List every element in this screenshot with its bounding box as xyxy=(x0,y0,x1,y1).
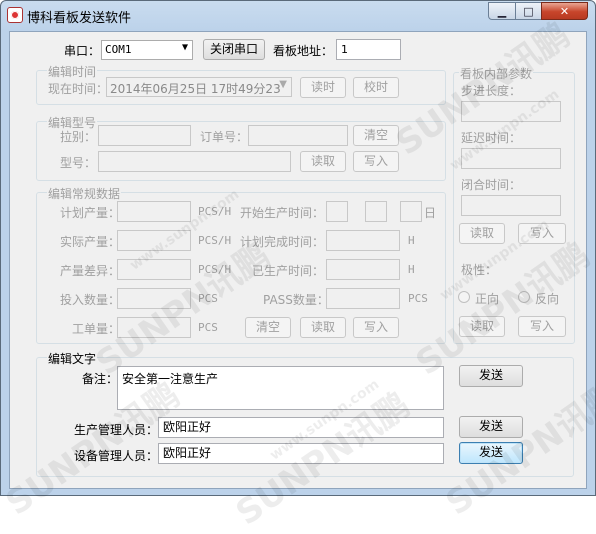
delay-time-input[interactable] xyxy=(461,148,561,169)
work-order-input[interactable] xyxy=(117,317,191,338)
model-input[interactable] xyxy=(98,151,291,172)
read-model-button[interactable]: 读取 xyxy=(300,151,346,172)
input-qty-label: 投入数量： xyxy=(60,293,121,307)
serial-port-select[interactable]: COM1 ▼ xyxy=(101,40,193,60)
edit-time-title: 编辑时间 xyxy=(47,63,98,80)
close-port-button[interactable]: 关闭串口 xyxy=(203,39,265,60)
chevron-down-icon: ▼ xyxy=(279,79,287,90)
step-length-label: 步进长度： xyxy=(461,84,522,98)
title-bar[interactable]: 博科看板发送软件 ▁ □ ✕ xyxy=(1,1,595,29)
close-time-input[interactable] xyxy=(461,195,561,216)
edit-data-title: 编辑常规数据 xyxy=(47,185,122,202)
client-area: 串口： COM1 ▼ 关闭串口 看板地址： 1 编辑时间 现在时间： 2014年… xyxy=(0,15,596,534)
pass-qty-unit: PCS xyxy=(408,292,428,305)
datetime-value: 2014年06月25日 17时49分23 xyxy=(110,82,281,96)
board-address-label: 看板地址： xyxy=(273,44,334,58)
produced-time-unit: H xyxy=(408,263,415,276)
equip-manager-label: 设备管理人员： xyxy=(74,449,159,463)
polarity-label: 极性： xyxy=(461,263,498,277)
send-prod-manager-button[interactable]: 发送 xyxy=(459,416,523,438)
produced-time-label: 已生产时间： xyxy=(252,264,325,278)
prod-manager-input[interactable]: 欧阳正好 xyxy=(158,417,444,438)
board-params-title: 看板内部参数 xyxy=(459,65,534,82)
pull-input[interactable] xyxy=(98,125,191,146)
reverse-label: 反向 xyxy=(535,292,560,306)
edit-text-title: 编辑文字 xyxy=(47,350,98,367)
output-diff-input[interactable] xyxy=(117,259,191,280)
plan-output-unit: PCS/H xyxy=(198,205,232,218)
maximize-button[interactable]: □ xyxy=(515,2,542,20)
minimize-button[interactable]: ▁ xyxy=(488,2,516,20)
day-label: 日 xyxy=(424,206,437,220)
delay-time-label: 延迟时间： xyxy=(461,131,522,145)
forward-label: 正向 xyxy=(475,292,500,306)
pull-label: 拉别： xyxy=(60,130,97,144)
write-params-button[interactable]: 写入 xyxy=(518,223,566,244)
read-polarity-button[interactable]: 读取 xyxy=(459,316,505,337)
plan-output-input[interactable] xyxy=(117,201,191,222)
prod-manager-label: 生产管理人员： xyxy=(74,423,159,437)
output-diff-label: 产量差异： xyxy=(60,264,121,278)
calibrate-time-button[interactable]: 校时 xyxy=(353,77,399,98)
order-number-input[interactable] xyxy=(248,125,348,146)
input-qty-input[interactable] xyxy=(117,288,191,309)
start-hour-input[interactable] xyxy=(326,201,348,222)
write-polarity-button[interactable]: 写入 xyxy=(518,316,566,337)
clear-model-button[interactable]: 清空 xyxy=(353,125,399,146)
step-length-input[interactable] xyxy=(461,101,561,122)
actual-output-label: 实际产量： xyxy=(60,235,121,249)
forward-radio[interactable] xyxy=(458,291,470,303)
clear-data-button[interactable]: 清空 xyxy=(245,317,291,338)
write-data-button[interactable]: 写入 xyxy=(353,317,399,338)
write-model-button[interactable]: 写入 xyxy=(353,151,399,172)
pass-qty-label: PASS数量： xyxy=(263,293,329,307)
equip-manager-input[interactable]: 欧阳正好 xyxy=(158,443,444,464)
window-title: 博科看板发送软件 xyxy=(27,11,132,26)
plan-output-label: 计划产量： xyxy=(60,206,121,220)
now-time-label: 现在时间： xyxy=(48,82,109,96)
start-time-label: 开始生产时间： xyxy=(240,206,325,220)
work-order-unit: PCS xyxy=(198,321,218,334)
close-time-label: 闭合时间： xyxy=(461,178,522,192)
board-address-input[interactable]: 1 xyxy=(336,39,401,60)
output-diff-unit: PCS/H xyxy=(198,263,232,276)
start-minute-input[interactable] xyxy=(365,201,387,222)
start-day-input[interactable] xyxy=(400,201,422,222)
send-equip-manager-button[interactable]: 发送 xyxy=(459,442,523,464)
close-button[interactable]: ✕ xyxy=(541,2,588,20)
actual-output-unit: PCS/H xyxy=(198,234,232,247)
input-qty-unit: PCS xyxy=(198,292,218,305)
app-logo-icon xyxy=(7,7,23,23)
read-time-button[interactable]: 读时 xyxy=(300,77,346,98)
note-value: 安全第一注意生产 xyxy=(122,372,219,386)
serial-port-label: 串口： xyxy=(64,44,101,58)
note-textarea[interactable]: 安全第一注意生产 xyxy=(117,366,444,410)
read-data-button[interactable]: 读取 xyxy=(300,317,346,338)
datetime-picker[interactable]: 2014年06月25日 17时49分23 ▼ xyxy=(106,77,292,97)
app-window: 博科看板发送软件 ▁ □ ✕ 串口： COM1 ▼ 关闭串口 看板地址： 1 编… xyxy=(0,0,596,534)
work-order-label: 工单量： xyxy=(72,322,121,336)
serial-port-value: COM1 xyxy=(105,43,132,56)
read-params-button[interactable]: 读取 xyxy=(459,223,505,244)
note-label: 备注： xyxy=(82,372,119,386)
order-number-label: 订单号： xyxy=(200,130,249,144)
actual-output-input[interactable] xyxy=(117,230,191,251)
plan-finish-unit: H xyxy=(408,234,415,247)
chevron-down-icon: ▼ xyxy=(181,42,188,53)
plan-finish-input[interactable] xyxy=(326,230,400,251)
produced-time-input[interactable] xyxy=(326,259,400,280)
reverse-radio[interactable] xyxy=(518,291,530,303)
plan-finish-label: 计划完成时间： xyxy=(240,235,325,249)
pass-qty-input[interactable] xyxy=(326,288,400,309)
send-note-button[interactable]: 发送 xyxy=(459,365,523,387)
model-label: 型号： xyxy=(60,156,97,170)
